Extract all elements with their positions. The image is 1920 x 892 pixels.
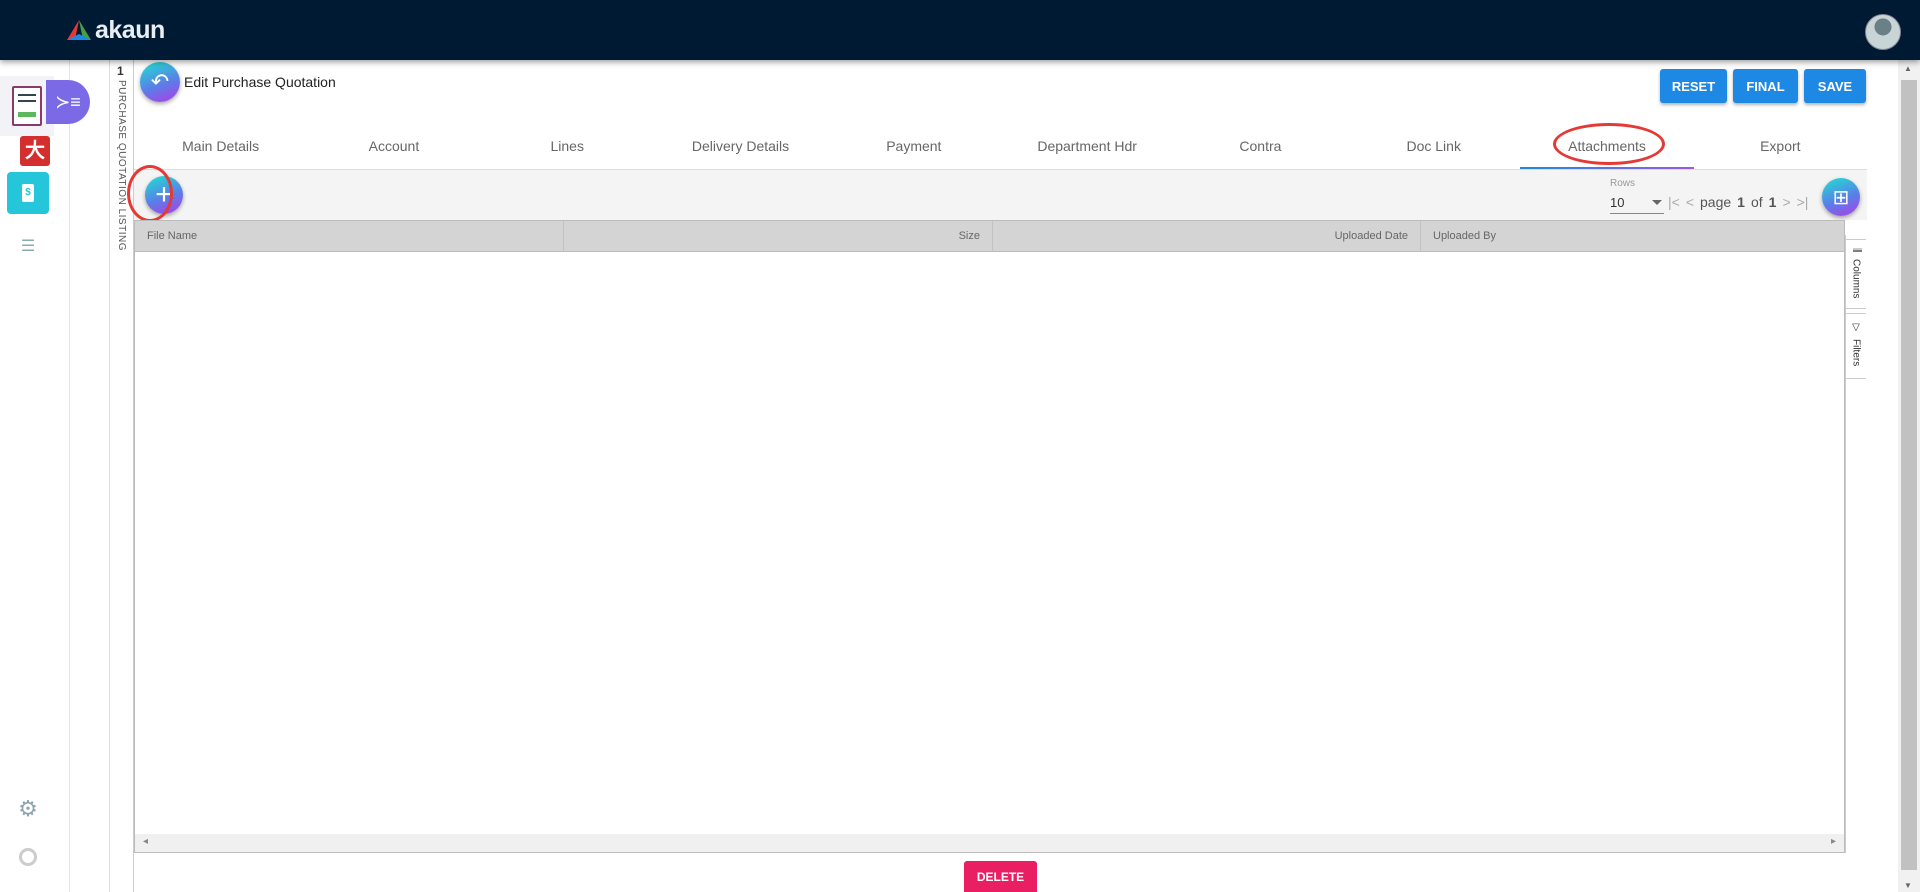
- total-pages: 1: [1768, 194, 1777, 210]
- page-vertical-scrollbar[interactable]: ▲ ▼: [1898, 60, 1920, 892]
- tab-main-details[interactable]: Main Details: [134, 128, 307, 169]
- back-button[interactable]: ↶: [140, 62, 180, 102]
- settings-gear-icon[interactable]: ⚙: [0, 796, 63, 822]
- horizontal-scrollbar[interactable]: ◂ ▸: [135, 834, 1844, 852]
- grid-toolbar: [134, 170, 1867, 220]
- attachments-grid: File Name Size Uploaded Date Uploaded By…: [134, 220, 1845, 853]
- rows-value: 10: [1610, 195, 1625, 210]
- save-button[interactable]: SAVE: [1804, 69, 1866, 103]
- top-bar: akaun: [0, 0, 1920, 60]
- prev-page-icon[interactable]: <: [1686, 194, 1694, 210]
- next-page-icon[interactable]: >: [1782, 194, 1790, 210]
- column-uploaded-date[interactable]: Uploaded Date: [993, 221, 1421, 252]
- listing-count: 1: [117, 64, 124, 78]
- sidebar-secondary-strip: [70, 60, 110, 892]
- scrollbar-thumb[interactable]: [1901, 80, 1917, 870]
- grid-view-button[interactable]: ⊞: [1822, 178, 1860, 216]
- brand-name: akaun: [95, 16, 165, 44]
- rows-label: Rows: [1610, 178, 1636, 189]
- tab-department-hdr[interactable]: Department Hdr: [1000, 128, 1173, 169]
- grid-side-bar: ⫼ Columns ▽ Filters: [1845, 235, 1866, 853]
- pagination: |< < page 1 of 1 > >|: [1668, 194, 1808, 210]
- column-size[interactable]: Size: [564, 221, 993, 252]
- highlight-annotation: [127, 165, 173, 222]
- menu-toggle-icon[interactable]: ≻≡: [46, 80, 90, 124]
- column-file-name[interactable]: File Name: [135, 221, 564, 252]
- final-button[interactable]: FINAL: [1733, 69, 1798, 103]
- tab-contra[interactable]: Contra: [1174, 128, 1347, 169]
- page-title: Edit Purchase Quotation: [184, 74, 336, 90]
- app-sidebar: ≻≡ 大 $ ☰ ⚙: [0, 60, 90, 892]
- profile-icon[interactable]: [0, 848, 63, 866]
- dropdown-caret-icon: [1652, 200, 1662, 210]
- filter-icon: ▽: [1850, 322, 1862, 333]
- filters-label: Filters: [1850, 339, 1862, 367]
- list-icon[interactable]: ☰: [0, 236, 63, 256]
- listing-label: PURCHASE QUOTATION LISTING: [116, 80, 127, 251]
- page-word: page: [1700, 194, 1732, 210]
- last-page-icon[interactable]: >|: [1797, 194, 1809, 210]
- column-uploaded-by[interactable]: Uploaded By: [1421, 221, 1844, 252]
- logo-icon: [67, 19, 91, 40]
- highlight-annotation: [1553, 123, 1665, 165]
- grid-icon: ⊞: [1832, 186, 1850, 209]
- user-avatar[interactable]: [1865, 14, 1901, 50]
- akaun-logo[interactable]: akaun: [67, 16, 165, 45]
- delete-button[interactable]: DELETE: [964, 861, 1037, 892]
- app-red-icon[interactable]: 大: [20, 136, 50, 166]
- tab-doc-link[interactable]: Doc Link: [1347, 128, 1520, 169]
- columns-icon: ⫼: [1851, 248, 1862, 253]
- rows-per-page-select[interactable]: 10: [1610, 192, 1664, 214]
- tab-account[interactable]: Account: [307, 128, 480, 169]
- grid-header: File Name Size Uploaded Date Uploaded By: [135, 221, 1844, 252]
- reset-button[interactable]: RESET: [1660, 69, 1727, 103]
- tab-delivery-details[interactable]: Delivery Details: [654, 128, 827, 169]
- tab-payment[interactable]: Payment: [827, 128, 1000, 169]
- columns-label: Columns: [1850, 258, 1862, 299]
- filters-panel-tab[interactable]: ▽ Filters: [1846, 313, 1866, 379]
- columns-panel-tab[interactable]: ⫼ Columns: [1846, 239, 1866, 309]
- of-word: of: [1750, 194, 1763, 210]
- tab-lines[interactable]: Lines: [481, 128, 654, 169]
- finance-app-icon[interactable]: $: [7, 172, 49, 214]
- tab-export[interactable]: Export: [1694, 128, 1867, 169]
- back-arrow-icon: ↶: [150, 69, 170, 94]
- current-page: 1: [1737, 194, 1745, 210]
- first-page-icon[interactable]: |<: [1668, 194, 1680, 210]
